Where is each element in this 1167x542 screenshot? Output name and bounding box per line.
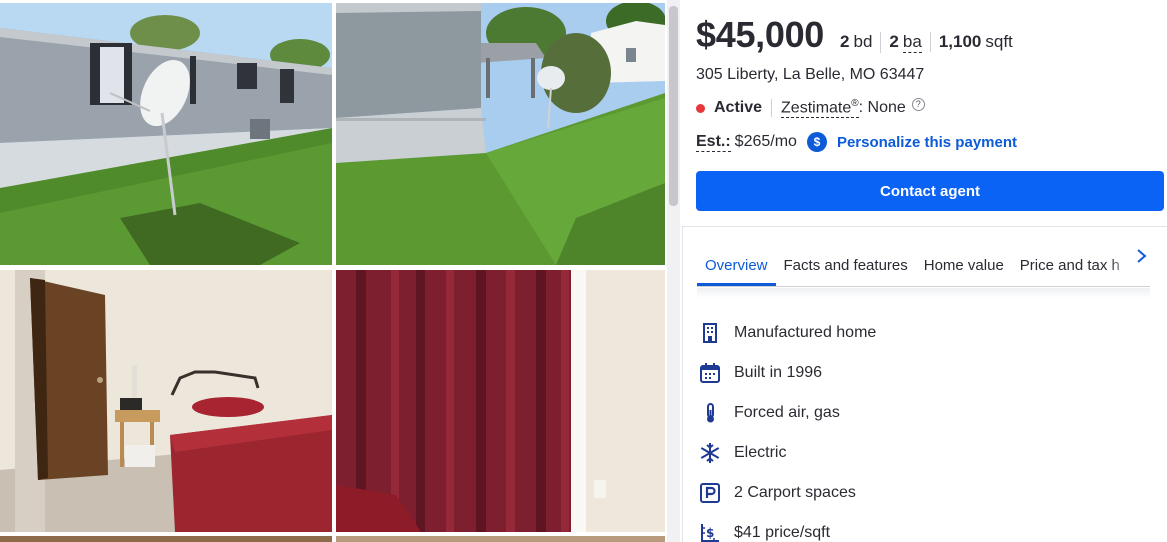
feature-text: $41 price/sqft [734,524,831,541]
section-tabs: Overview Facts and features Home value P… [697,237,1150,287]
help-icon[interactable]: ? [911,97,925,111]
tabs-shadow [697,288,1150,298]
photo-gallery [0,0,680,542]
photo-exterior-side[interactable] [0,3,332,265]
gallery-scrollbar-thumb[interactable] [669,6,678,206]
list-item: 2 Carport spaces [699,473,876,513]
registered-mark: ® [851,98,859,109]
status-row: Active Zestimate® : None ? [696,97,925,119]
listing-price: $45,000 [696,14,825,55]
sqft-value: 1,100 [938,32,982,51]
estimated-payment-row: Est.: $265/mo $ Personalize this payment [696,132,1017,152]
feature-list: Manufactured home Built in 1996 Forced a… [699,313,876,542]
photo-5[interactable] [0,536,332,542]
photo-6[interactable] [336,536,665,542]
photo-bedroom[interactable] [0,270,332,532]
zestimate-label-text: Zestimate [781,99,852,117]
baths-value: 2 [889,32,899,51]
calendar-icon [699,362,721,384]
tab-overview[interactable]: Overview [697,257,776,286]
bed-bath-sqft: 2 bd 2 ba 1,100 sqft [840,32,1021,53]
list-item: Electric [699,433,876,473]
feature-text: 2 Carport spaces [734,484,856,501]
beds-value: 2 [840,32,850,51]
overview-card: Overview Facts and features Home value P… [682,226,1167,542]
sqft: 1,100 sqft [929,32,1021,52]
feature-text: Electric [734,444,787,461]
listing-details-panel: $45,000 2 bd 2 ba 1,100 sqft 305 Liberty… [682,0,1167,542]
tab-home-value[interactable]: Home value [916,257,1012,286]
price-per-sqft-icon: $ [699,522,721,542]
price-row: $45,000 2 bd 2 ba 1,100 sqft [696,14,1021,56]
listing-address: 305 Liberty, La Belle, MO 63447 [696,66,925,83]
snowflake-icon [699,442,721,464]
photo-exterior-yard[interactable] [336,3,665,265]
feature-text: Built in 1996 [734,364,823,381]
building-icon [699,322,721,344]
chevron-right-icon[interactable] [1135,245,1149,267]
zestimate-label[interactable]: Zestimate® [781,98,859,119]
photo-curtains[interactable] [336,270,665,532]
parking-icon [699,482,721,504]
list-item: $ $41 price/sqft [699,513,876,542]
thermometer-icon [699,402,721,424]
sqft-unit: sqft [985,32,1013,51]
feature-text: Manufactured home [734,324,877,341]
list-item: Built in 1996 [699,353,876,393]
beds-unit: bd [853,32,873,51]
feature-text: Forced air, gas [734,404,840,421]
baths-unit: ba [902,32,922,53]
status-dot-icon [696,103,705,113]
tab-facts-and-features[interactable]: Facts and features [776,257,916,286]
list-item: Forced air, gas [699,393,876,433]
personalize-payment-link[interactable]: Personalize this payment [837,134,1017,151]
zestimate-value: : None [858,99,906,117]
status-badge: Active [714,99,773,118]
baths[interactable]: 2 ba [880,32,929,53]
est-payment-value: $265/mo [734,133,797,150]
svg-text:$: $ [706,526,714,540]
dollar-circle-icon: $ [806,132,827,152]
contact-agent-button[interactable]: Contact agent [696,171,1164,211]
list-item: Manufactured home [699,313,876,353]
beds: 2 bd [840,32,880,52]
est-label[interactable]: Est.: [696,133,731,152]
